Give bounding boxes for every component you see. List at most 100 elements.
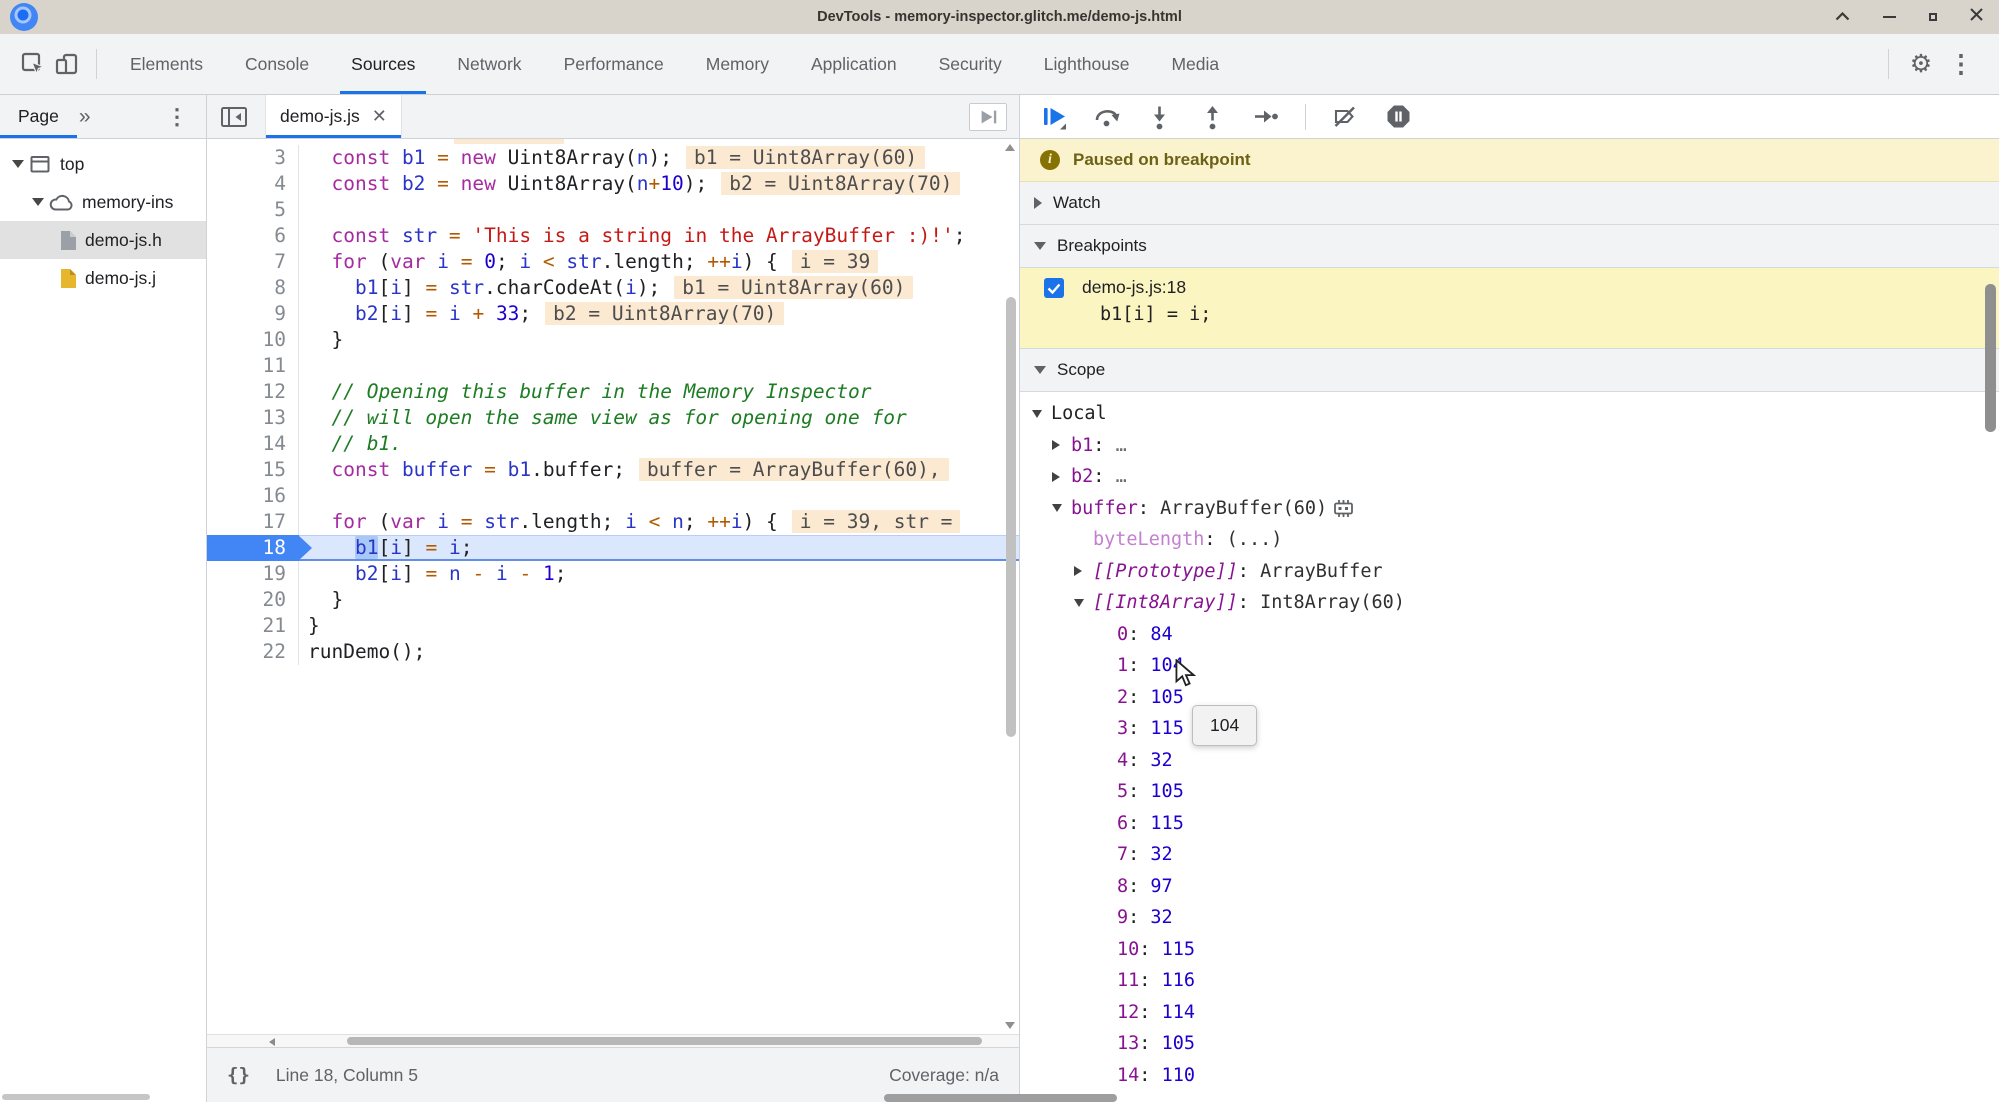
code-text[interactable]: b1[i] = i; (299, 535, 1019, 561)
tab-application[interactable]: Application (790, 34, 918, 94)
tree-item-demo-js-j[interactable]: demo-js.j (0, 259, 206, 297)
tab-sources[interactable]: Sources (330, 34, 436, 94)
scope-row-buffer[interactable]: buffer: ArrayBuffer(60) (1020, 493, 1999, 525)
show-debugger-button[interactable] (969, 102, 1007, 131)
tab-elements[interactable]: Elements (109, 34, 224, 94)
breakpoints-section-header[interactable]: Breakpoints (1020, 225, 1999, 268)
close-icon[interactable]: ✕ (372, 106, 387, 127)
editor-vscrollbar[interactable] (1003, 139, 1019, 1034)
scope-row-8[interactable]: 8: 97 (1020, 871, 1999, 903)
more-tabs-chevrons-icon[interactable]: » (79, 105, 91, 129)
memory-inspector-icon[interactable] (1333, 499, 1354, 518)
tab-security[interactable]: Security (918, 34, 1023, 94)
close-button[interactable] (1970, 8, 1983, 26)
hide-navigator-button[interactable] (219, 103, 249, 131)
window-hscrollbar-thumb[interactable] (884, 1094, 1117, 1102)
line-number[interactable]: 10 (207, 327, 299, 353)
scope-row-b1[interactable]: b1: … (1020, 430, 1999, 462)
scroll-left-icon[interactable] (269, 1038, 275, 1046)
code-text[interactable]: b2[i] = n - i - 1; (299, 561, 1019, 587)
minimize-button[interactable] (1883, 15, 1896, 19)
expander-icon[interactable] (1052, 471, 1071, 482)
code-text[interactable]: // b1. (299, 431, 1019, 457)
expander-icon[interactable] (1074, 598, 1093, 607)
step-into-button[interactable] (1146, 103, 1173, 130)
device-toolbar-button[interactable] (50, 47, 84, 81)
tree-item-demo-js-h[interactable]: demo-js.h (0, 221, 206, 259)
code-text[interactable]: const b2 = new Uint8Array(n+10); b2 = Uin… (299, 171, 1019, 197)
resume-button[interactable] (1040, 103, 1067, 130)
scope-row-13[interactable]: 13: 105 (1020, 1028, 1999, 1060)
scope-row-4[interactable]: 4: 32 (1020, 745, 1999, 777)
expander-icon[interactable] (1032, 409, 1051, 418)
line-number[interactable]: 21 (207, 613, 299, 639)
tab-lighthouse[interactable]: Lighthouse (1023, 34, 1151, 94)
scope-row-local[interactable]: Local (1020, 398, 1999, 430)
line-number[interactable]: 13 (207, 405, 299, 431)
line-number[interactable]: 3 (207, 145, 299, 171)
navigator-kebab-menu[interactable]: ⋮ (166, 104, 188, 130)
code-text[interactable] (299, 353, 1019, 379)
line-number[interactable]: 9 (207, 301, 299, 327)
code-text[interactable] (299, 483, 1019, 509)
line-number[interactable]: 7 (207, 249, 299, 275)
expander-icon[interactable] (8, 160, 28, 168)
scroll-up-icon[interactable] (1005, 144, 1015, 151)
step-button[interactable] (1252, 103, 1279, 130)
step-out-button[interactable] (1199, 103, 1226, 130)
editor-vscrollbar-thumb[interactable] (1006, 297, 1016, 737)
line-number[interactable]: 16 (207, 483, 299, 509)
scope-row-10[interactable]: 10: 115 (1020, 934, 1999, 966)
kebab-menu-button[interactable]: ⋮ (1941, 49, 1981, 79)
debugger-vscrollbar-thumb[interactable] (1985, 284, 1996, 432)
code-text[interactable]: const b1 = new Uint8Array(n); b1 = Uint8A… (299, 145, 1019, 171)
line-number[interactable]: 19 (207, 561, 299, 587)
line-number[interactable]: 8 (207, 275, 299, 301)
code-text[interactable]: for (var i = 0; i < str.length; ++i) {i … (299, 249, 1019, 275)
line-number[interactable]: 4 (207, 171, 299, 197)
scope-row-3[interactable]: 3: 115 (1020, 713, 1999, 745)
line-number[interactable]: 11 (207, 353, 299, 379)
line-number[interactable]: 6 (207, 223, 299, 249)
tree-item-memory-ins[interactable]: memory-ins (0, 183, 206, 221)
tab-network[interactable]: Network (436, 34, 542, 94)
scope-row-0[interactable]: 0: 84 (1020, 619, 1999, 651)
line-number[interactable]: 17 (207, 509, 299, 535)
restore-button[interactable] (1929, 13, 1937, 21)
breakpoint-checkbox[interactable] (1044, 277, 1064, 298)
editor-hscrollbar[interactable] (207, 1034, 1019, 1047)
code-text[interactable]: b1[i] = str.charCodeAt(i); b1 = Uint8Arra… (299, 275, 1019, 301)
scope-section-header[interactable]: Scope (1020, 349, 1999, 392)
navigator-hscrollbar-thumb[interactable] (2, 1094, 150, 1100)
code-text[interactable]: // Opening this buffer in the Memory Ins… (299, 379, 1019, 405)
expander-icon[interactable] (1052, 504, 1071, 513)
tab-console[interactable]: Console (224, 34, 330, 94)
code-text[interactable]: const str = 'This is a string in the Arr… (299, 223, 1019, 249)
line-number[interactable]: 12 (207, 379, 299, 405)
scope-row-2[interactable]: 2: 105 (1020, 682, 1999, 714)
tree-item-top[interactable]: top (0, 145, 206, 183)
line-number[interactable]: 15 (207, 457, 299, 483)
pretty-print-button[interactable]: {} (227, 1064, 250, 1086)
line-number[interactable]: 22 (207, 639, 299, 665)
pause-on-exceptions-button[interactable] (1385, 103, 1412, 130)
tab-memory[interactable]: Memory (685, 34, 790, 94)
scope-row--prototype-[interactable]: [[Prototype]]: ArrayBuffer (1020, 556, 1999, 588)
scope-row-bytelength[interactable]: byteLength: (...) (1020, 524, 1999, 556)
deactivate-breakpoints-button[interactable] (1332, 103, 1359, 130)
scope-row--int8array-[interactable]: [[Int8Array]]: Int8Array(60) (1020, 587, 1999, 619)
line-number[interactable]: 20 (207, 587, 299, 613)
settings-gear-button[interactable]: ⚙ (1901, 49, 1941, 79)
code-text[interactable]: // will open the same view as for openin… (299, 405, 1019, 431)
code-text[interactable]: } (299, 613, 1019, 639)
line-number[interactable]: 18 (207, 535, 312, 561)
watch-section-header[interactable]: Watch (1020, 182, 1999, 225)
scope-row-b2[interactable]: b2: … (1020, 461, 1999, 493)
scope-row-5[interactable]: 5: 105 (1020, 776, 1999, 808)
expander-icon[interactable] (1052, 440, 1071, 451)
code-text[interactable]: b2[i] = i + 33; b2 = Uint8Array(70) (299, 301, 1019, 327)
line-number[interactable]: 14 (207, 431, 299, 457)
inspect-element-button[interactable] (16, 47, 50, 81)
scope-row-7[interactable]: 7: 32 (1020, 839, 1999, 871)
code-text[interactable]: const buffer = b1.buffer; buffer = ArrayB… (299, 457, 1019, 483)
